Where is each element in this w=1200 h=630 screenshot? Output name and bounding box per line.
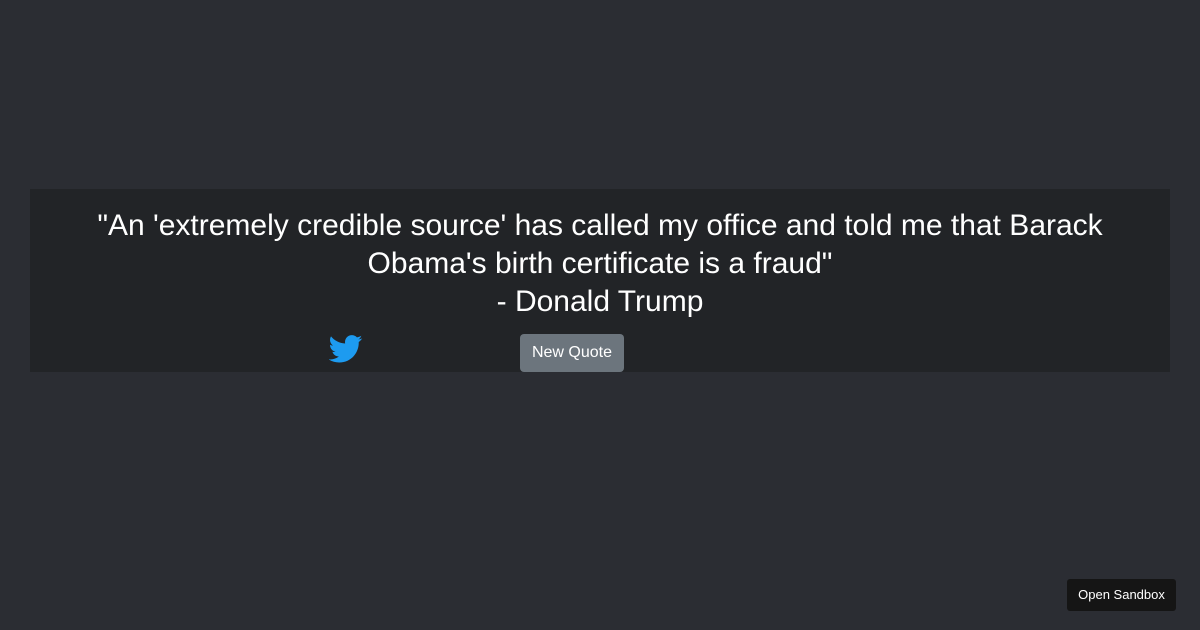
page: "An 'extremely credible source' has call… [0,0,1200,630]
twitter-bird-icon [329,335,363,363]
quote-box: "An 'extremely credible source' has call… [30,189,1170,372]
quote-text: "An 'extremely credible source' has call… [97,209,1103,280]
new-quote-button[interactable]: New Quote [520,334,624,372]
tweet-quote-link[interactable] [329,335,363,363]
quote-author: - Donald Trump [496,285,704,318]
open-sandbox-button[interactable]: Open Sandbox [1067,579,1176,611]
